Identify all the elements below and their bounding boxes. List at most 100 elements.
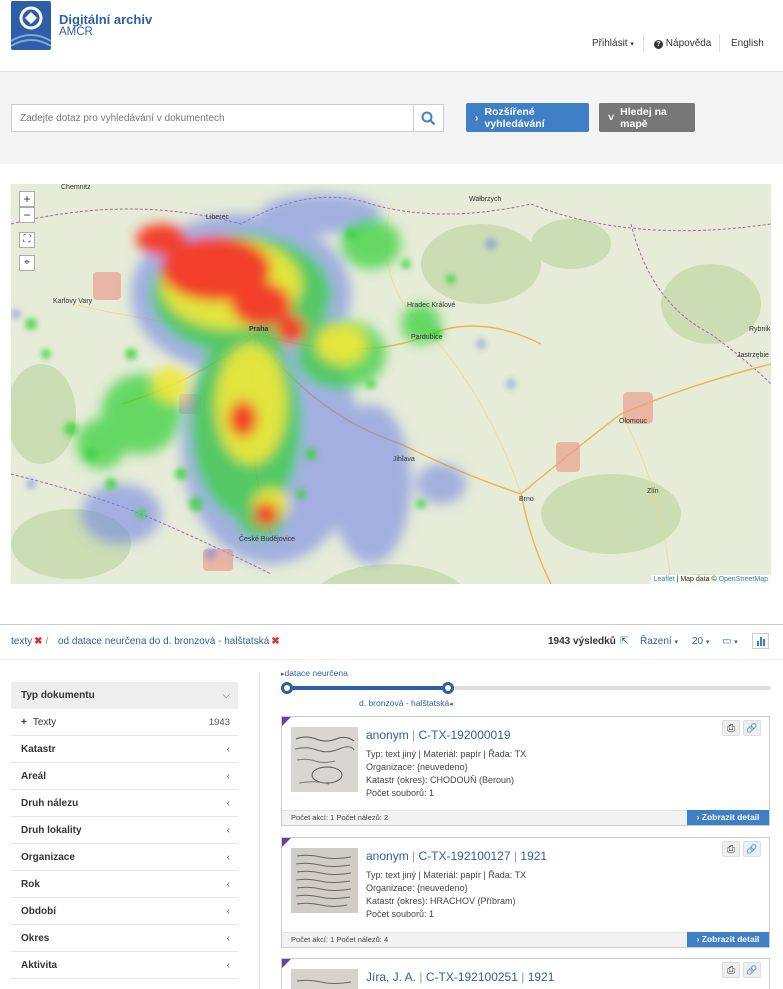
link-button[interactable]: 🔗 xyxy=(743,720,761,736)
result-card[interactable]: anonym | C-TX-192100127 | 1921 Typ: text… xyxy=(281,837,770,948)
result-id: C-TX-192100127 xyxy=(418,849,511,863)
monitor-icon: ▭ xyxy=(722,636,732,647)
link-button[interactable]: 🔗 xyxy=(743,962,761,978)
facet-label: Druh nálezu xyxy=(21,798,79,809)
sort-dropdown[interactable]: Řazení ▾ xyxy=(640,636,678,647)
facet-typ-dokumentu[interactable]: Typ dokumentu ⌵ xyxy=(11,682,238,709)
filter-chip-datace[interactable]: od datace neurčena do d. bronzová - halš… xyxy=(58,636,280,647)
remove-filter-icon[interactable]: ✖ xyxy=(271,636,279,647)
print-button[interactable]: ⎙ xyxy=(722,962,740,978)
facet-katastr[interactable]: Katastr ‹ xyxy=(11,736,238,763)
chevron-left-icon: ‹ xyxy=(226,744,230,755)
map-search-button[interactable]: ˅ Hledej na mapě xyxy=(599,103,695,132)
print-button[interactable]: ⎙ xyxy=(722,841,740,857)
chevron-down-icon: ˅ xyxy=(608,111,615,124)
slider-handle-start[interactable] xyxy=(281,682,293,694)
zoom-out-button[interactable]: − xyxy=(19,207,35,223)
dating-range-slider[interactable]: ▸datace neurčena d. bronzová - halštatsk… xyxy=(281,666,771,712)
facet-option-label: Texty xyxy=(32,717,57,728)
result-year: 1921 xyxy=(520,849,548,863)
facet-rok[interactable]: Rok ‹ xyxy=(11,871,238,898)
chip-separator: / xyxy=(45,636,49,647)
document-thumbnail[interactable] xyxy=(291,969,358,989)
map-label: Brno xyxy=(519,496,534,503)
filter-chip-label: od datace neurčena do d. bronzová - halš… xyxy=(58,636,270,647)
document-thumbnail[interactable] xyxy=(291,727,358,792)
print-button[interactable]: ⎙ xyxy=(722,720,740,736)
link-icon: 🔗 xyxy=(746,843,758,854)
result-title[interactable]: Jíra, J. A. | C-TX-192100251 | 1921 xyxy=(366,970,554,984)
map-label: Karlovy Vary xyxy=(53,298,93,305)
fullscreen-button[interactable]: ⛶ xyxy=(19,232,35,248)
facet-label: Období xyxy=(21,906,56,917)
result-author: Jíra, J. A. xyxy=(366,970,417,984)
fullscreen-icon: ⛶ xyxy=(23,234,31,245)
chevron-left-icon: ‹ xyxy=(226,825,230,836)
result-card[interactable]: anonym | C-TX-192000019 Typ: text jiný |… xyxy=(281,716,770,826)
result-title[interactable]: anonym | C-TX-192000019 xyxy=(366,728,511,742)
search-input[interactable] xyxy=(11,104,414,132)
external-link-icon[interactable]: ⇱ xyxy=(620,636,628,647)
map-label: Wałbrzych xyxy=(469,196,502,203)
leaflet-link[interactable]: Leaflet xyxy=(654,576,675,583)
help-link[interactable]: ? Nápověda xyxy=(654,38,711,49)
advanced-search-button[interactable]: › Rozšířené vyhledávání xyxy=(466,103,589,132)
result-title[interactable]: anonym | C-TX-192100127 | 1921 xyxy=(366,849,547,863)
display-mode-dropdown[interactable]: ▭ ▾ xyxy=(722,636,738,647)
chart-view-button[interactable] xyxy=(752,633,769,649)
slider-handle-end[interactable] xyxy=(442,682,454,694)
link-icon: 🔗 xyxy=(746,964,758,975)
amcr-logo[interactable] xyxy=(11,1,51,50)
map-attribution: Leaflet | Map data © OpenStreetMap xyxy=(650,575,771,584)
plus-icon: + xyxy=(21,717,27,728)
per-page-dropdown[interactable]: 20 ▾ xyxy=(692,636,709,647)
search-icon xyxy=(421,111,436,125)
osm-link[interactable]: OpenStreetMap xyxy=(719,576,768,583)
show-detail-button[interactable]: › Zobrazit detail xyxy=(687,932,769,947)
login-label: Přihlásit xyxy=(592,38,628,49)
facet-option-texty[interactable]: + Texty 1943 xyxy=(11,709,238,736)
sort-label: Řazení xyxy=(640,636,672,647)
facet-organizace[interactable]: Organizace ‹ xyxy=(11,844,238,871)
facet-areal[interactable]: Areál ‹ xyxy=(11,763,238,790)
result-type-line: Typ: text jiný | Materiál: papír | Řada:… xyxy=(366,749,527,759)
map-label: České Budějovice xyxy=(239,536,296,543)
zoom-in-button[interactable]: + xyxy=(19,191,35,207)
range-start-label: ▸datace neurčena xyxy=(281,668,348,678)
result-card[interactable]: Jíra, J. A. | C-TX-192100251 | 1921 ⎙ 🔗 xyxy=(281,958,770,989)
print-icon: ⎙ xyxy=(727,964,735,976)
filter-chip-texty[interactable]: texty ✖ / xyxy=(11,636,48,647)
facet-druh-lokality[interactable]: Druh lokality ‹ xyxy=(11,817,238,844)
active-filters-bar: texty ✖ / od datace neurčena do d. bronzov… xyxy=(0,624,783,660)
locate-button[interactable]: ⌖ xyxy=(19,255,35,271)
result-files-line: Počet souborů: 1 xyxy=(366,788,435,798)
card-corner-marker xyxy=(282,717,291,726)
result-id: C-TX-192100251 xyxy=(425,970,518,984)
result-author: anonym xyxy=(366,728,409,742)
facet-label: Organizace xyxy=(21,852,75,863)
brand-subtitle[interactable]: AMČR xyxy=(59,26,93,38)
remove-filter-icon[interactable]: ✖ xyxy=(34,636,42,647)
search-button[interactable] xyxy=(413,104,444,132)
facet-okres[interactable]: Okres ‹ xyxy=(11,925,238,952)
facet-aktivita[interactable]: Aktivita ‹ xyxy=(11,952,238,979)
heatmap-map[interactable]: + − ⛶ ⌖ Chemnitz Liberec Wałbrzych Praha… xyxy=(11,184,771,584)
map-search-label: Hledej na mapě xyxy=(620,105,667,130)
facet-obdobi[interactable]: Období ‹ xyxy=(11,898,238,925)
document-thumbnail[interactable] xyxy=(291,848,358,913)
language-link[interactable]: English xyxy=(731,38,764,49)
print-icon: ⎙ xyxy=(727,843,735,855)
chevron-left-icon: ‹ xyxy=(226,933,230,944)
login-link[interactable]: Přihlásit ▾ xyxy=(592,38,634,49)
result-year: 1921 xyxy=(527,970,555,984)
result-katastr-line: Katastr (okres): HRACHOV (Příbram) xyxy=(366,896,516,906)
caret-down-icon: ▾ xyxy=(630,41,634,48)
brand-title[interactable]: Digitální archiv xyxy=(59,12,152,27)
link-button[interactable]: 🔗 xyxy=(743,841,761,857)
facet-druh-nalezu[interactable]: Druh nálezu ‹ xyxy=(11,790,238,817)
range-end-label: d. bronzová - halštatská◂ xyxy=(359,698,453,708)
caret-down-icon: ▾ xyxy=(705,639,710,646)
facet-label: Okres xyxy=(21,933,50,944)
show-detail-button[interactable]: › Zobrazit detail xyxy=(687,810,769,825)
chevron-right-icon: › xyxy=(696,934,700,944)
